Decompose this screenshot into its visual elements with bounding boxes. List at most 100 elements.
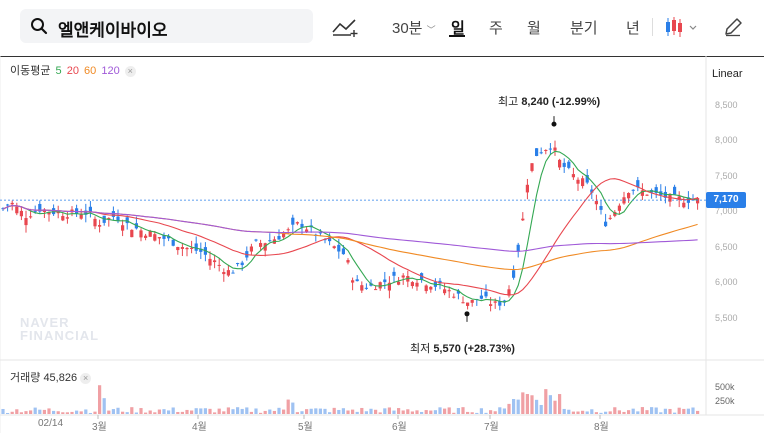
candle-body: [282, 233, 286, 238]
volume-bar: [277, 407, 281, 414]
volume-bar: [521, 392, 525, 414]
candle-body: [277, 235, 281, 240]
candle-body: [484, 291, 488, 297]
candle-body: [571, 174, 575, 178]
volume-bar: [415, 410, 419, 414]
candle-body: [415, 282, 419, 287]
volume-bar: [263, 410, 267, 414]
volume-bar: [438, 407, 442, 414]
candle-body: [617, 205, 621, 211]
candle-body: [125, 217, 129, 224]
candle-body: [208, 258, 212, 266]
volume-bar: [180, 411, 184, 414]
price-chart[interactable]: [0, 0, 764, 433]
x-axis-label: 5월: [298, 422, 313, 433]
volume-bar: [314, 408, 318, 414]
volume-bar: [157, 409, 161, 414]
volume-bar: [429, 410, 433, 414]
volume-bar: [203, 408, 207, 414]
candle-body: [240, 262, 244, 266]
candle-body: [121, 225, 125, 231]
candle-body: [185, 247, 189, 250]
volume-bar: [475, 412, 479, 414]
candle-body: [79, 214, 83, 219]
volume-bar: [686, 408, 690, 414]
volume-bar: [654, 407, 658, 414]
volume-bar: [636, 411, 640, 414]
candle-body: [576, 179, 580, 184]
candle-body: [581, 178, 585, 187]
volume-bar: [677, 407, 681, 414]
volume-bar: [33, 407, 37, 414]
volume-bar: [286, 399, 290, 414]
candle-body: [383, 279, 387, 283]
candle-body: [493, 301, 497, 303]
volume-bar: [627, 410, 631, 414]
volume-bar: [558, 394, 562, 414]
volume-bar: [29, 410, 33, 414]
volume-bar: [466, 411, 470, 414]
candle-body: [93, 218, 97, 227]
candle-body: [452, 296, 456, 298]
volume-bar: [79, 411, 83, 414]
volume-bar: [190, 410, 194, 414]
volume-bar: [323, 408, 327, 414]
volume-bar: [640, 407, 644, 414]
candle-body: [544, 149, 548, 151]
volume-bar: [88, 412, 92, 414]
candle-body: [148, 231, 152, 237]
x-axis-label: 3월: [92, 422, 107, 433]
volume-bar: [24, 411, 28, 414]
candle-body: [364, 287, 368, 289]
candle-body: [608, 217, 612, 219]
volume-bar: [420, 411, 424, 414]
moving-average-line: [2, 204, 698, 252]
volume-bar: [668, 408, 672, 414]
candle-body: [268, 240, 272, 242]
volume-bar: [351, 409, 355, 414]
volume-bar: [673, 412, 677, 414]
candle-body: [535, 148, 539, 157]
volume-bar: [52, 410, 56, 414]
volume-bar: [199, 408, 203, 414]
low-value: 5,570: [433, 343, 461, 355]
volume-bar: [383, 408, 387, 414]
volume-bar: [337, 409, 341, 414]
candle-body: [410, 282, 414, 287]
volume-bar: [539, 404, 543, 414]
volume-bar: [470, 412, 474, 414]
volume-bar: [364, 411, 368, 414]
volume-bar: [378, 412, 382, 414]
volume-bar: [631, 408, 635, 414]
volume-bar: [663, 408, 667, 414]
volume-bar: [185, 409, 189, 414]
volume-bar: [6, 412, 10, 414]
volume-bar: [530, 395, 534, 414]
volume-bar: [604, 411, 608, 414]
volume-bar: [525, 394, 529, 414]
candle-body: [157, 237, 161, 239]
candle-body: [627, 193, 631, 199]
volume-bar: [61, 412, 65, 414]
naver-financial-watermark: NAVER FINANCIAL: [20, 315, 100, 343]
candle-body: [360, 285, 364, 291]
candle-body: [346, 260, 350, 263]
volume-bar: [194, 408, 198, 414]
low-marker: [464, 311, 470, 317]
volume-bar: [291, 402, 295, 414]
volume-bar: [111, 409, 115, 414]
volume-bar: [249, 411, 253, 414]
volume-bar: [548, 395, 552, 414]
candle-body: [33, 210, 37, 212]
moving-average-line: [2, 150, 698, 303]
close-icon[interactable]: ×: [80, 372, 92, 384]
candle-body: [470, 299, 474, 303]
volume-tick: 500k: [715, 382, 735, 392]
volume-bar: [217, 408, 221, 414]
volume-bar: [516, 399, 520, 414]
x-axis-label: 7월: [484, 422, 499, 433]
volume-bar: [447, 407, 451, 414]
volume-bar: [613, 407, 617, 414]
candle-body: [645, 194, 649, 196]
volume-bar: [282, 409, 286, 414]
